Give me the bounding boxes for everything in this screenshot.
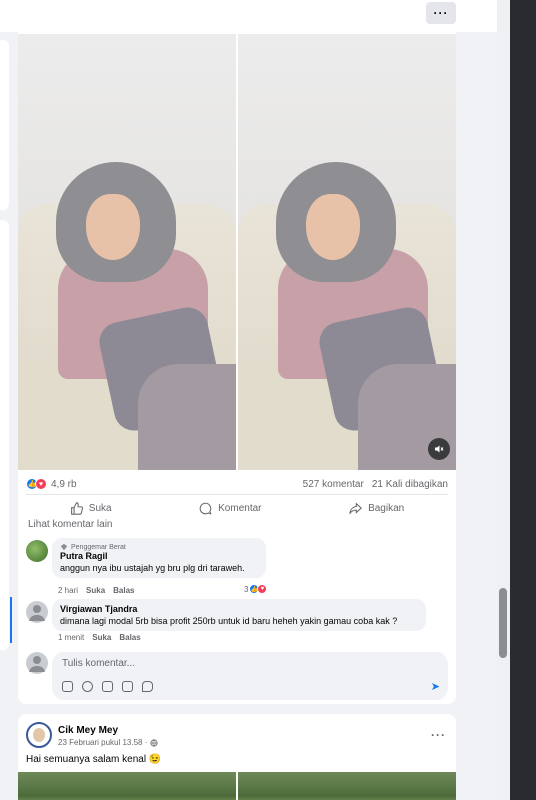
comment-time[interactable]: 1 menit bbox=[58, 633, 84, 642]
comment-icon bbox=[199, 502, 212, 515]
diamond-icon bbox=[60, 543, 68, 551]
emoji-icon[interactable] bbox=[82, 681, 93, 692]
comment-meta: 2 hari Suka Balas bbox=[58, 586, 135, 595]
comment-text: dimana lagi modal 5rb bisa profit 250rb … bbox=[60, 616, 398, 626]
post-photo-right[interactable] bbox=[238, 34, 456, 470]
share-count[interactable]: 21 Kali dibagikan bbox=[372, 479, 448, 490]
reaction-icons[interactable]: 👍 ♥ bbox=[26, 478, 47, 490]
sticker-icon[interactable] bbox=[142, 681, 153, 692]
comment-like-button[interactable]: Suka bbox=[92, 633, 111, 642]
post-more-button[interactable]: ··· bbox=[431, 728, 446, 742]
comment-time[interactable]: 2 hari bbox=[58, 586, 78, 595]
thread-line bbox=[10, 597, 12, 643]
post-actions: Suka Komentar Bagikan bbox=[26, 494, 448, 522]
avatar[interactable] bbox=[26, 652, 48, 674]
comment-placeholder: Tulis komentar... bbox=[62, 658, 135, 669]
next-post-card: Cik Mey Mey 23 Februari pukul 13.58 · ··… bbox=[18, 714, 456, 800]
top-bar: ··· bbox=[0, 0, 497, 32]
camera-icon[interactable] bbox=[102, 681, 113, 692]
reaction-count[interactable]: 4,9 rb bbox=[51, 479, 77, 490]
thumbs-up-icon bbox=[70, 502, 83, 515]
comment-bubble: Virgiawan Tjandra dimana lagi modal 5rb … bbox=[52, 599, 426, 631]
gif-sticker-icon[interactable] bbox=[122, 681, 133, 692]
avatar[interactable] bbox=[26, 601, 48, 623]
post-photo-right[interactable] bbox=[238, 772, 456, 800]
comment-composer: Tulis komentar... ➤ bbox=[26, 652, 448, 700]
gif-icon[interactable] bbox=[62, 681, 73, 692]
comment-item: Virgiawan Tjandra dimana lagi modal 5rb … bbox=[26, 599, 448, 649]
avatar[interactable] bbox=[26, 540, 48, 562]
post-author[interactable]: Cik Mey Mey bbox=[58, 725, 118, 736]
send-icon[interactable]: ➤ bbox=[431, 680, 440, 693]
like-label: Suka bbox=[88, 503, 112, 514]
more-horizontal-icon: ··· bbox=[433, 6, 449, 20]
post-stats: 👍 ♥ 4,9 rb 527 komentar 21 Kali dibagika… bbox=[26, 476, 448, 492]
commenter-name[interactable]: Putra Ragil bbox=[60, 551, 258, 561]
comment-label: Komentar bbox=[218, 503, 262, 514]
comment-text: anggun nya ibu ustajah yg bru plg dri ta… bbox=[60, 563, 245, 573]
like-button[interactable]: Suka bbox=[70, 502, 112, 515]
comment-reply-button[interactable]: Balas bbox=[119, 633, 140, 642]
comment-bubble: Penggemar Berat Putra Ragil anggun nya i… bbox=[52, 538, 266, 578]
default-avatar-icon bbox=[29, 656, 45, 672]
speaker-mute-icon[interactable] bbox=[428, 438, 450, 460]
left-card-edge bbox=[0, 40, 9, 210]
post-card: 👍 ♥ 4,9 rb 527 komentar 21 Kali dibagika… bbox=[10, 32, 456, 704]
comment-count[interactable]: 527 komentar bbox=[303, 479, 364, 490]
left-card-edge bbox=[0, 220, 9, 650]
comment-item: Penggemar Berat Putra Ragil anggun nya i… bbox=[26, 538, 448, 598]
share-label: Bagikan bbox=[368, 503, 405, 514]
scrollbar-track bbox=[497, 0, 510, 800]
comment-reply-button[interactable]: Balas bbox=[113, 586, 134, 595]
default-avatar-icon bbox=[29, 605, 45, 621]
comment-like-button[interactable]: Suka bbox=[86, 586, 105, 595]
post-text: Hai semuanya salam kenal 😉 bbox=[26, 754, 162, 765]
scrollbar-thumb[interactable] bbox=[499, 588, 507, 658]
share-button[interactable]: Bagikan bbox=[349, 502, 404, 515]
globe-icon bbox=[150, 738, 158, 747]
post-photo-left[interactable] bbox=[18, 34, 236, 470]
window-edge bbox=[510, 0, 536, 800]
love-reaction-icon: ♥ bbox=[35, 478, 47, 490]
more-options-button[interactable]: ··· bbox=[426, 2, 456, 24]
share-icon bbox=[349, 502, 363, 515]
fan-badge: Penggemar Berat bbox=[60, 543, 258, 551]
comment-input[interactable]: Tulis komentar... ➤ bbox=[52, 652, 448, 700]
avatar[interactable] bbox=[26, 722, 52, 748]
view-more-comments-link[interactable]: Lihat komentar lain bbox=[28, 519, 113, 530]
comment-button[interactable]: Komentar bbox=[199, 502, 262, 515]
post-photo-left[interactable] bbox=[18, 772, 236, 800]
post-date[interactable]: 23 Februari pukul 13.58 · bbox=[58, 738, 158, 747]
composer-tools bbox=[62, 681, 153, 692]
comment-reactions[interactable]: 3 👍 ♥ bbox=[244, 584, 268, 594]
comment-meta: 1 menit Suka Balas bbox=[58, 633, 141, 642]
commenter-name[interactable]: Virgiawan Tjandra bbox=[60, 604, 418, 614]
love-reaction-icon: ♥ bbox=[257, 584, 268, 594]
